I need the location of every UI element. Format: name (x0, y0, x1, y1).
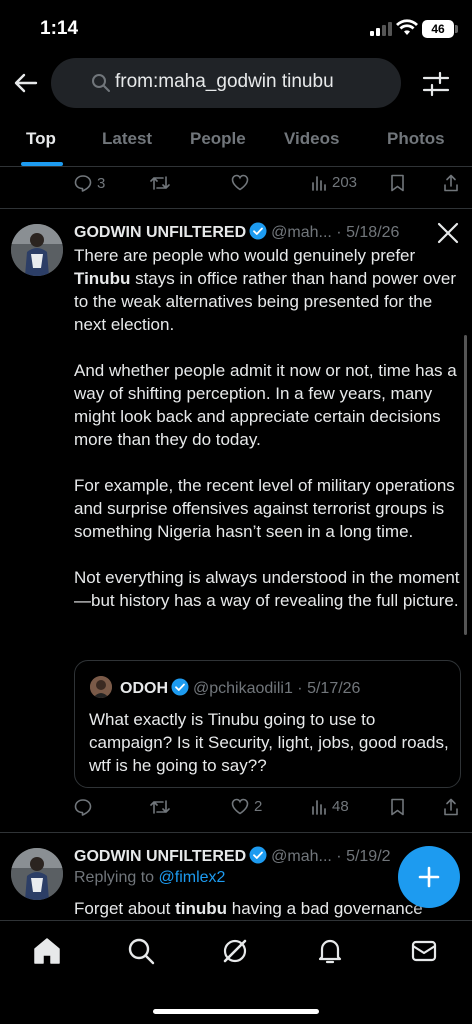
grok-icon[interactable] (436, 222, 460, 244)
share-button[interactable] (443, 798, 459, 816)
battery-tip (455, 25, 458, 33)
avatar[interactable] (11, 224, 63, 276)
home-icon[interactable] (32, 936, 62, 966)
bookmark-icon (391, 174, 404, 192)
bookmark-icon (391, 798, 404, 816)
tweet-actions: 2 48 (0, 798, 472, 822)
reply-button[interactable] (74, 798, 92, 816)
author-name[interactable]: GODWIN UNFILTERED (74, 848, 246, 865)
active-tab-indicator (21, 162, 63, 166)
replying-to-handle[interactable]: @fimlex2 (159, 869, 226, 886)
search-input[interactable]: from:maha_godwin tinubu (51, 58, 401, 108)
grok-nav-icon[interactable] (220, 936, 250, 966)
replying-to: Replying to @fimlex2 (74, 869, 225, 887)
quote-author-name: ODOH (120, 680, 168, 697)
verified-badge-icon (249, 222, 267, 240)
repost-icon (150, 176, 170, 190)
views-icon (312, 175, 326, 191)
avatar-photo (11, 848, 63, 900)
like-button[interactable]: 2 (231, 798, 262, 815)
views-icon (312, 799, 326, 815)
repost-icon (150, 800, 170, 814)
author-handle-date: @mah... · 5/19/2 (271, 848, 391, 865)
home-indicator (153, 1009, 319, 1014)
quote-header: ODOH @pchikaodili1 · 5/17/26 (120, 678, 360, 698)
tweet-paragraph: And whether people admit it now or not, … (74, 361, 457, 449)
search-tabs: Top Latest People Videos Photos (0, 112, 472, 167)
reply-icon (74, 175, 92, 192)
bookmark-button[interactable] (390, 174, 405, 192)
author-name[interactable]: GODWIN UNFILTERED (74, 224, 246, 241)
status-bar: 1:14 46 (0, 0, 472, 58)
battery-icon: 46 (422, 20, 454, 38)
quote-text: What exactly is Tinubu going to use to c… (89, 710, 449, 775)
prev-tweet-actions: 3 203 (0, 174, 472, 198)
tab-latest[interactable]: Latest (102, 129, 152, 149)
like-button[interactable] (231, 174, 249, 191)
avatar[interactable] (11, 848, 63, 900)
share-button[interactable] (443, 174, 459, 192)
search-query: from:maha_godwin tinubu (115, 71, 334, 92)
reply-button[interactable]: 3 (74, 174, 105, 192)
divider (0, 208, 472, 209)
tweet-text: Forget about tinubu having a bad governa… (74, 897, 464, 920)
avatar-photo (11, 224, 63, 276)
tweet-paragraph: Not everything is always understood in t… (74, 568, 460, 610)
quoted-tweet[interactable]: ODOH @pchikaodili1 · 5/17/26 What exactly… (74, 660, 461, 788)
replying-to-label: Replying to (74, 869, 159, 886)
bookmark-button[interactable] (390, 798, 405, 816)
explore-search-icon[interactable] (126, 936, 156, 966)
quote-handle-date: @pchikaodili1 · 5/17/26 (193, 680, 361, 697)
verified-badge-icon (171, 678, 189, 696)
views-button[interactable]: 203 (311, 174, 357, 191)
scrollbar[interactable] (464, 335, 467, 635)
tweet-paragraph: There are people who would genuinely pre… (74, 246, 457, 334)
tweet-text-part: Forget about (74, 899, 176, 918)
quote-avatar (90, 676, 112, 698)
wifi-icon (396, 19, 418, 35)
divider (0, 832, 472, 833)
tweet-text-bold: tinubu (175, 899, 228, 918)
heart-icon (231, 798, 249, 815)
like-count: 2 (254, 798, 263, 815)
tweet-header: GODWIN UNFILTERED @mah... · 5/19/2 (74, 846, 391, 866)
tab-people[interactable]: People (190, 129, 246, 149)
heart-icon (231, 174, 249, 191)
bottom-nav (0, 920, 472, 1024)
messages-mail-icon[interactable] (409, 936, 439, 966)
tab-videos[interactable]: Videos (284, 129, 339, 149)
reply-count: 3 (97, 174, 106, 192)
repost-button[interactable] (150, 174, 170, 192)
views-button[interactable]: 48 (311, 798, 349, 815)
filter-settings-icon[interactable] (420, 68, 452, 100)
status-time: 1:14 (40, 18, 79, 39)
cellular-signal-icon (370, 22, 392, 36)
tweet-text: There are people who would genuinely pre… (74, 244, 464, 612)
repost-button[interactable] (150, 798, 170, 816)
tab-photos[interactable]: Photos (387, 129, 445, 149)
reply-icon (74, 799, 92, 816)
compose-button[interactable] (398, 846, 460, 908)
tweet-text-part: having a bad governance (227, 899, 423, 918)
share-icon (444, 798, 458, 816)
notifications-bell-icon[interactable] (315, 936, 345, 966)
back-arrow-icon[interactable] (10, 67, 42, 99)
verified-badge-icon (249, 846, 267, 864)
share-icon (444, 174, 458, 192)
tab-top[interactable]: Top (26, 129, 56, 149)
views-count: 203 (332, 174, 358, 191)
views-count: 48 (332, 798, 349, 815)
tweet-header: GODWIN UNFILTERED @mah... · 5/18/26 (74, 222, 399, 242)
search-icon (92, 74, 110, 92)
tweet-paragraph: For example, the recent level of militar… (74, 476, 455, 541)
plus-icon (418, 866, 440, 888)
author-handle-date: @mah... · 5/18/26 (271, 224, 400, 241)
